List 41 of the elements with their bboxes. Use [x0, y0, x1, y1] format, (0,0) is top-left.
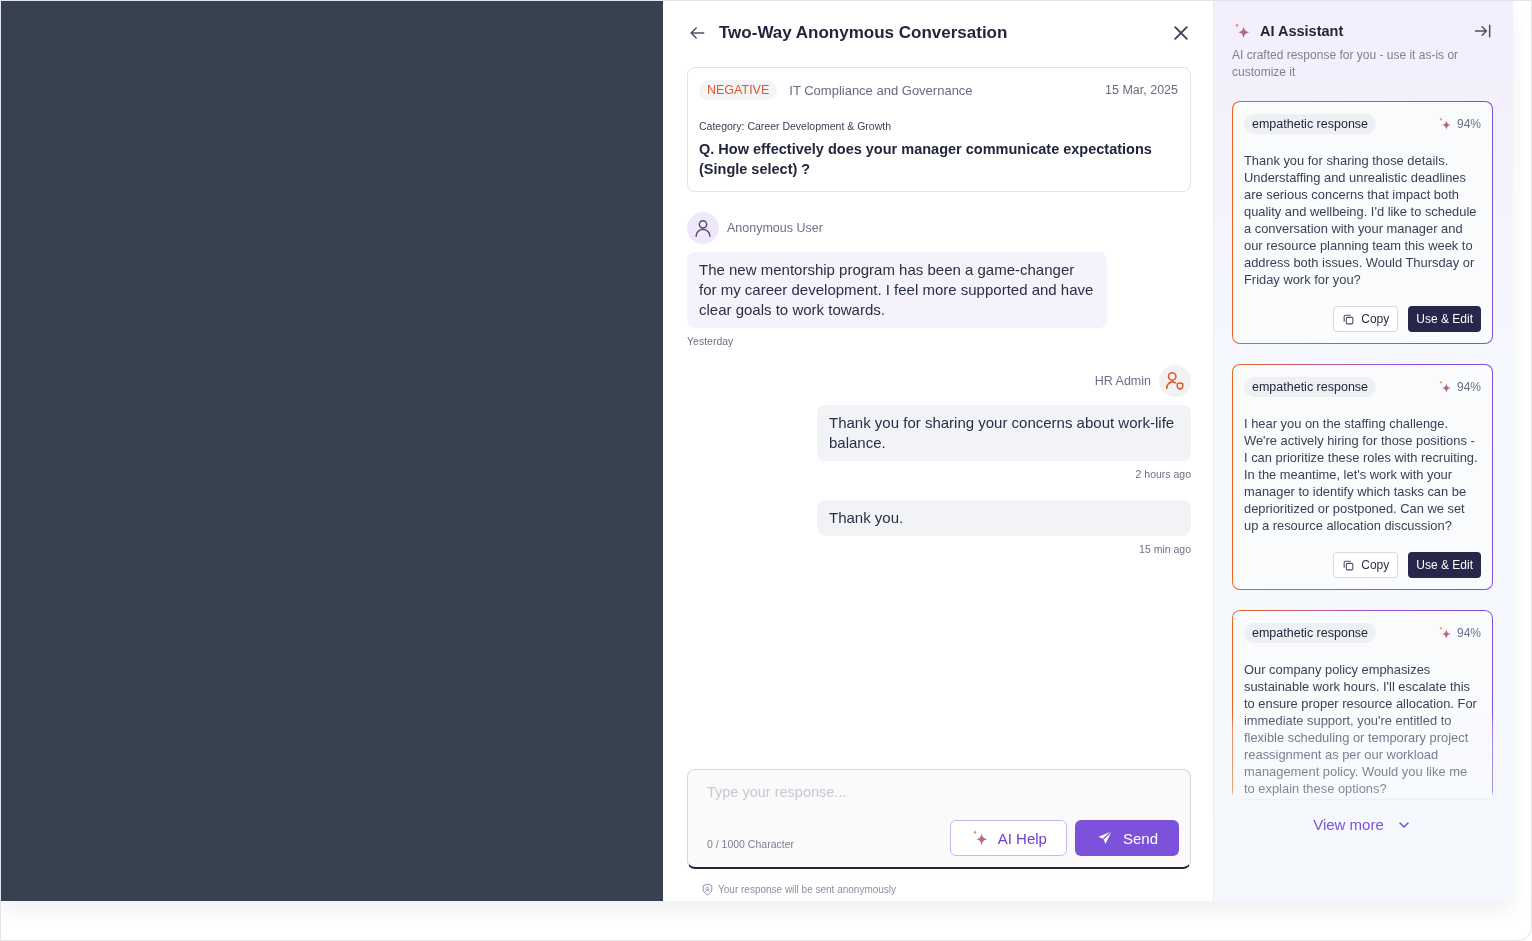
response-tag: empathetic response: [1244, 623, 1377, 643]
panel-title: Two-Way Anonymous Conversation: [719, 23, 1009, 43]
confidence-score: 94%: [1456, 380, 1481, 394]
copy-icon: [1342, 312, 1356, 326]
view-more-button[interactable]: View more: [1309, 812, 1416, 837]
suggestion-text: I hear you on the staffing challenge. We're actively hiring for those positions - I can prioritize these roles with recruiting. In the meantime, let's work with your manager to identify which tasks can be deprioritized or postponed. Can we set up a resource allocation discussion?: [1244, 415, 1479, 534]
character-counter: 0 / 1000 Character: [707, 837, 795, 850]
message-time: 15 min ago: [1139, 543, 1191, 555]
sender-name: Anonymous User: [727, 221, 823, 235]
collapse-button[interactable]: [1473, 21, 1493, 41]
message-bubble: Thank you for sharing your concerns about work-life balance.: [817, 405, 1191, 461]
copy-button[interactable]: Copy: [1333, 552, 1399, 578]
date-label: 15 Mar, 2025: [1105, 83, 1178, 97]
sender-name: HR Admin: [1094, 374, 1151, 388]
sentiment-badge: NEGATIVE: [699, 80, 778, 100]
department-label: IT Compliance and Governance: [789, 82, 974, 98]
copy-button[interactable]: Copy: [1333, 306, 1399, 332]
use-edit-button[interactable]: Use & Edit: [1408, 552, 1481, 578]
use-edit-button[interactable]: Use & Edit: [1408, 306, 1481, 332]
shield-icon: [701, 883, 714, 896]
close-button[interactable]: [1171, 23, 1191, 43]
message-bubble: The new mentorship program has been a game-changer for my career development. I feel more supported and have clear goals to work towards.: [687, 252, 1107, 328]
response-tag: empathetic response: [1244, 114, 1377, 134]
message-time: Yesterday: [687, 335, 734, 347]
copy-icon: [1342, 558, 1356, 572]
confidence-score: 94%: [1456, 117, 1481, 131]
suggestion-text: Our company policy emphasizes sustainable work hours. I'll escalate this to ensure proper resource allocation. For immediate support, you're entitled to flexible scheduling or temporary project reassignment as per our workload management policy. Would you like me to explain these options?: [1244, 661, 1478, 797]
confidence-score: 94%: [1456, 626, 1481, 640]
response-tag: empathetic response: [1244, 377, 1377, 397]
anonymity-note: Your response will be sent anonymously: [718, 884, 897, 895]
category-label: Category: Career Development & Growth: [699, 120, 892, 132]
send-button[interactable]: Send: [1074, 820, 1179, 856]
suggestion-text: Thank you for sharing those details. Understaffing and unrealistic deadlines are serious concerns that impact both quality and wellbeing. I'd like to schedule a conversation with your manager and our resource planning team this week to address both issues. Would Thursday or Friday work for you?: [1244, 152, 1478, 288]
ai-help-button[interactable]: AI Help: [949, 820, 1067, 856]
message-bubble: Thank you.: [817, 500, 1191, 536]
collapse-arrow-icon: [1473, 21, 1493, 41]
question-text: Q. How effectively does your manager communicate expectations (Single select) ?: [699, 140, 1153, 179]
message-time: 2 hours ago: [1135, 468, 1191, 480]
panel-title: AI Assistant: [1260, 23, 1345, 39]
close-icon: [1171, 23, 1191, 43]
panel-subtitle: AI crafted response for you - use it as-is or customize it: [1232, 47, 1460, 81]
